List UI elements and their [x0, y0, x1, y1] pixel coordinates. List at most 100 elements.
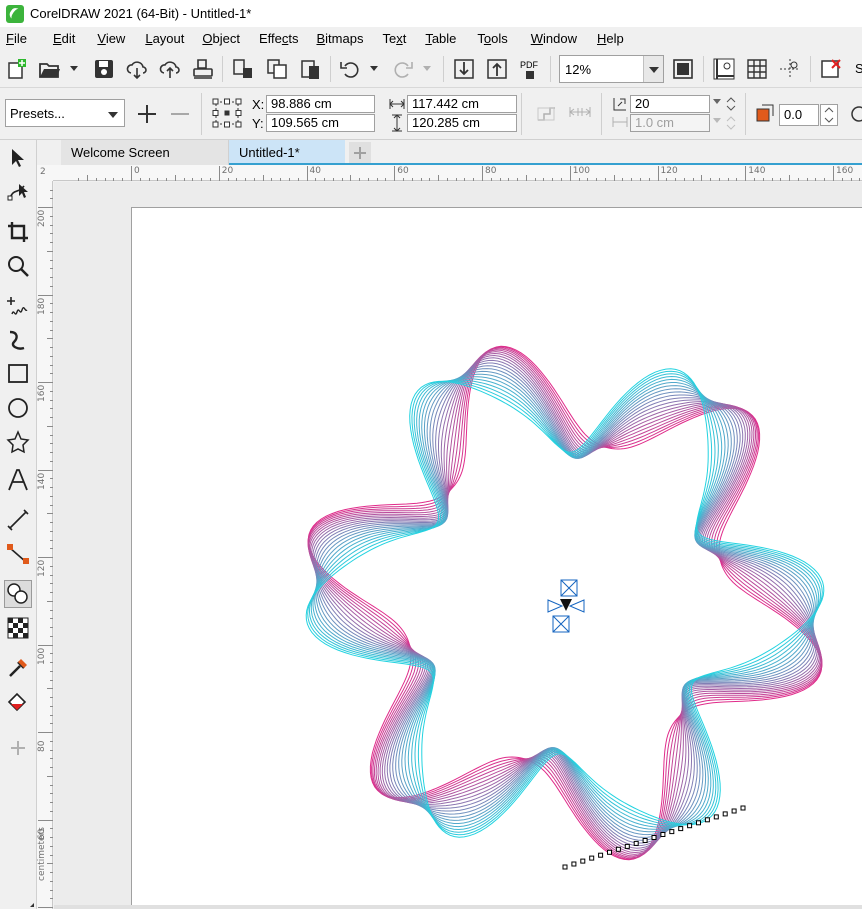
save-icon[interactable] — [93, 58, 115, 80]
import-icon[interactable] — [232, 58, 254, 80]
crop-tool-icon[interactable] — [6, 220, 30, 244]
presets-label: Presets... — [10, 106, 65, 121]
paste-icon[interactable] — [299, 58, 321, 80]
undo-dropdown-arrow-icon[interactable] — [370, 66, 378, 71]
x-position-field[interactable]: 98.886 cm — [266, 95, 375, 113]
ruler-tick-label: 60 — [397, 166, 409, 176]
interactive-fill-tool-icon[interactable] — [6, 690, 30, 714]
ruler-tick-label: 20 — [221, 166, 234, 176]
tab-welcome-screen[interactable]: Welcome Screen — [61, 140, 229, 165]
blend-steps-dropdown-icon[interactable] — [710, 95, 724, 113]
ruler-tick-label: 80 — [485, 166, 497, 176]
transparency-tool-icon[interactable] — [6, 616, 30, 640]
show-grid-icon[interactable] — [746, 58, 768, 80]
ruler-tick-label: 100 — [572, 166, 590, 176]
add-tool-icon[interactable] — [6, 736, 30, 760]
ruler-units-label: centimeters — [37, 827, 47, 881]
freehand-tool-icon[interactable] — [6, 294, 30, 318]
blend-spacing-dropdown-icon — [710, 114, 724, 132]
menu-view[interactable]: View — [97, 31, 125, 46]
horizontal-ruler[interactable]: 0 20 40 60 80 100 120 140 160 — [53, 165, 862, 181]
add-tab-icon[interactable] — [349, 142, 371, 164]
menu-bitmaps[interactable]: Bitmaps — [316, 31, 363, 46]
ruler-tick-label: 80 — [37, 740, 47, 752]
ruler-tick-label: 120 — [37, 559, 47, 577]
show-guidelines-icon[interactable] — [779, 58, 801, 80]
menu-effects[interactable]: Effects — [259, 31, 299, 46]
blend-tool-icon[interactable] — [4, 580, 32, 608]
ruler-tick-label: 0 — [134, 166, 140, 176]
eyedropper-tool-icon[interactable] — [6, 656, 30, 680]
new-document-icon[interactable] — [6, 58, 28, 80]
object-width-icon — [389, 99, 405, 109]
full-screen-icon[interactable] — [672, 58, 694, 80]
menu-text[interactable]: Text — [382, 31, 406, 46]
zoom-level-combo[interactable]: 12% — [559, 55, 664, 83]
menu-table[interactable]: Table — [425, 31, 456, 46]
shape-tool-icon[interactable] — [6, 180, 30, 204]
object-rotation-field[interactable]: 0.0 — [779, 104, 819, 126]
blend-direction-icon — [537, 107, 555, 121]
open-dropdown-arrow-icon[interactable] — [70, 66, 78, 71]
rectangle-tool-icon[interactable] — [6, 362, 30, 386]
menu-object[interactable]: Object — [202, 31, 240, 46]
ruler-tick-label: 100 — [37, 647, 47, 665]
window-title: CorelDRAW 2021 (64-Bit) - Untitled-1* — [30, 6, 252, 21]
object-rotation-icon — [756, 104, 774, 122]
show-rulers-icon[interactable] — [713, 58, 735, 80]
ruler-tick-label: 160 — [37, 384, 47, 402]
object-height-field[interactable]: 120.285 cm — [407, 114, 517, 132]
polygon-star-tool-icon[interactable] — [6, 430, 30, 454]
menu-edit[interactable]: Edit — [53, 31, 75, 46]
open-folder-icon[interactable] — [38, 58, 60, 80]
blend-steps-spinner-icon[interactable] — [724, 95, 738, 113]
cloud-download-icon[interactable] — [126, 58, 148, 80]
object-width-field[interactable]: 117.442 cm — [407, 95, 517, 113]
menu-window[interactable]: Window — [531, 31, 577, 46]
redo-dropdown-arrow-icon — [423, 66, 431, 71]
vertical-ruler[interactable]: 200 180 160 140 120 100 80 60 centimeters — [37, 165, 53, 909]
horizontal-scrollbar[interactable] — [54, 905, 862, 909]
snap-off-icon[interactable] — [820, 58, 842, 80]
import-arrow-icon[interactable] — [453, 58, 475, 80]
y-position-field[interactable]: 109.565 cm — [266, 114, 375, 132]
rotation-spinner-icon[interactable] — [820, 104, 838, 126]
artistic-media-tool-icon[interactable] — [6, 328, 30, 352]
blend-spacing-field: 1.0 cm — [630, 114, 710, 132]
ruler-tick-label: 120 — [660, 166, 678, 176]
ruler-origin[interactable]: 2 — [37, 165, 53, 181]
ruler-tick-label: 140 — [37, 472, 47, 490]
tab-untitled-1[interactable]: Untitled-1* — [229, 140, 345, 165]
ruler-tick-label: 180 — [37, 297, 47, 315]
connector-tool-icon[interactable] — [6, 542, 30, 566]
cloud-upload-icon[interactable] — [159, 58, 181, 80]
blend-steps-icon — [613, 98, 626, 111]
add-preset-icon[interactable] — [135, 102, 159, 126]
ellipse-tool-icon[interactable] — [6, 396, 30, 420]
ruler-origin-label: 2 — [40, 167, 46, 177]
menu-tools[interactable]: Tools — [477, 31, 507, 46]
undo-icon[interactable] — [339, 58, 361, 80]
menu-help[interactable]: Help — [597, 31, 624, 46]
parallel-dimension-tool-icon[interactable] — [6, 508, 30, 532]
snap-to-label[interactable]: S — [855, 61, 862, 76]
blend-spacing-spinner-icon — [726, 116, 736, 130]
export-arrow-icon[interactable] — [486, 58, 508, 80]
object-origin-icon[interactable] — [211, 97, 243, 129]
pick-tool-icon[interactable] — [6, 146, 30, 170]
menu-layout[interactable]: Layout — [145, 31, 184, 46]
ruler-tick-label: 160 — [836, 166, 854, 176]
blend-spacing-icon — [569, 107, 591, 117]
zoom-tool-icon[interactable] — [6, 254, 30, 278]
presets-dropdown[interactable]: Presets... — [5, 99, 125, 127]
print-icon[interactable] — [192, 58, 214, 80]
text-tool-icon[interactable] — [6, 468, 30, 492]
zoom-dropdown-icon[interactable] — [643, 56, 663, 82]
menu-file[interactable]: File — [6, 31, 27, 46]
zoom-level-value: 12% — [565, 62, 592, 77]
remove-preset-icon — [171, 113, 189, 115]
blend-steps-field[interactable]: 20 — [630, 95, 710, 113]
copy-icon[interactable] — [266, 58, 288, 80]
publish-pdf-icon[interactable]: PDF — [519, 58, 541, 80]
clockwise-blend-icon[interactable] — [847, 103, 862, 125]
